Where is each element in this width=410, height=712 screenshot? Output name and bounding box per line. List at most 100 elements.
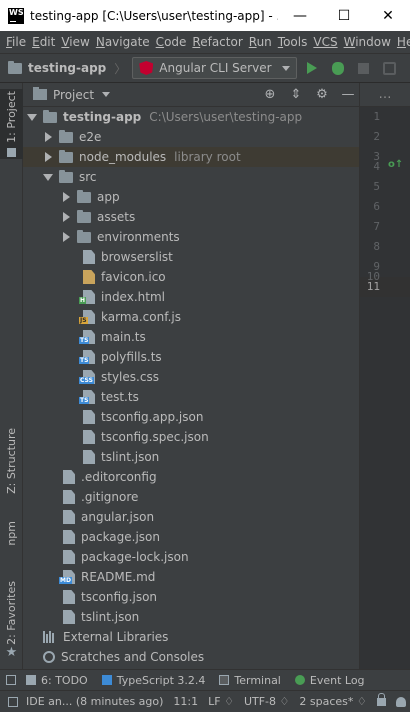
tree-item-tsconfig-app[interactable]: tsconfig.app.json [23,407,359,427]
caret-position[interactable]: 11:1 [173,695,198,708]
menu-refactor[interactable]: Refactor [192,35,242,49]
tree-item-main-ts[interactable]: TS main.ts [23,327,359,347]
menu-vcs[interactable]: VCS [313,35,337,49]
tab-event-log[interactable]: Event Log [294,674,365,687]
menu-navigate[interactable]: Navigate [96,35,150,49]
tree-item-browserslist[interactable]: browserslist [23,247,359,267]
expand-arrow-icon[interactable] [41,132,55,142]
bug-icon [331,61,344,75]
tab-npm[interactable]: npm [0,513,23,553]
menu-view[interactable]: View [61,35,89,49]
tree-item-test-ts[interactable]: TS test.ts [23,387,359,407]
file-badge: JS [79,317,88,324]
tree-item-polyfills-ts[interactable]: TS polyfills.ts [23,347,359,367]
tree-item-label: assets [97,210,136,224]
status-toggle-icon[interactable] [8,696,18,707]
run-button[interactable] [301,57,323,79]
project-panel-header: Project ⊕ ⇕ ⚙ — [23,83,359,107]
tree-item-package-lock[interactable]: package-lock.json [23,547,359,567]
menu-code[interactable]: Code [156,35,187,49]
tree-item-label: tsconfig.app.json [101,410,204,424]
menu-edit[interactable]: Edit [32,35,55,49]
tree-item-environments[interactable]: environments [23,227,359,247]
tree-item-label: index.html [101,290,165,304]
tree-item-styles-css[interactable]: CSS styles.css [23,367,359,387]
tab-favorites[interactable]: 2: Favorites ★ [0,578,23,663]
tab-todo[interactable]: 6: TODO [26,674,88,687]
tab-structure[interactable]: Z: Structure [0,421,23,501]
json-config-file-icon [63,530,75,544]
chevron-down-icon[interactable] [102,92,111,97]
minimize-button[interactable]: — [278,0,322,31]
indent-select[interactable]: 2 spaces* ♢ [299,695,366,708]
folder-icon [77,189,91,203]
menu-tools[interactable]: Tools [278,35,308,49]
tree-item-tslint[interactable]: tslint.json [23,607,359,627]
tree-item-tslint-src[interactable]: tslint.json [23,447,359,467]
tree-item-external-libraries[interactable]: External Libraries [23,627,359,647]
inspector-icon[interactable] [395,696,406,707]
left-tool-strip: 1: Project Z: Structure npm 2: Favorites… [0,83,23,669]
breadcrumb-separator: 〉 [114,61,127,76]
line-separator-select[interactable]: LF ♢ [208,695,234,708]
debug-button[interactable] [327,57,349,79]
tree-item-readme[interactable]: MD README.md [23,567,359,587]
tree-item-angular-json[interactable]: angular.json [23,507,359,527]
tree-item-node-modules[interactable]: node_modules library root [23,147,359,167]
hide-icon[interactable]: — [337,84,359,106]
menu-window[interactable]: Window [344,35,391,49]
lock-icon[interactable] [376,692,386,706]
tree-item-index-html[interactable]: H index.html [23,287,359,307]
menu-file[interactable]: File [6,35,26,49]
coverage-button[interactable] [379,57,401,79]
expand-arrow-icon[interactable] [41,152,55,162]
json-config-file-icon [63,510,75,524]
menu-run[interactable]: Run [249,35,272,49]
tree-item-tsconfig[interactable]: tsconfig.json [23,587,359,607]
tree-item-scratches[interactable]: Scratches and Consoles [23,647,359,667]
file-badge: CSS [79,377,94,384]
expand-arrow-icon[interactable] [59,212,73,222]
tree-item-gitignore[interactable]: .gitignore [23,487,359,507]
editor-tab-bar[interactable]: … [359,83,410,107]
tab-typescript[interactable]: TypeScript 3.2.4 [101,674,205,687]
project-view-select[interactable]: Project [53,88,94,102]
implemented-marker-icon[interactable]: o↑ [388,159,403,170]
tree-item-package-json[interactable]: package.json [23,527,359,547]
tree-item-e2e[interactable]: e2e [23,127,359,147]
breadcrumb-project[interactable]: testing-app [0,60,106,75]
tree-item-label: tslint.json [81,610,140,624]
status-message[interactable]: IDE an... (8 minutes ago) [26,695,163,708]
menu-bar: File Edit View Navigate Code Refactor Ru… [0,31,410,53]
stop-button[interactable] [353,57,375,79]
tab-todo-label: 6: TODO [41,673,88,687]
tree-item-assets[interactable]: assets [23,207,359,227]
tree-item-tsconfig-spec[interactable]: tsconfig.spec.json [23,427,359,447]
tree-item-label: .gitignore [81,490,139,504]
tree-item-root[interactable]: testing-app C:\Users\user\testing-app [23,107,359,127]
scratches-icon [43,651,55,663]
tool-windows-layout-icon[interactable] [6,675,16,685]
close-button[interactable]: ✕ [366,0,410,31]
tree-item-src[interactable]: src [23,167,359,187]
tree-item-label: src [79,170,97,184]
tree-item-favicon[interactable]: favicon.ico [23,267,359,287]
tree-item-editorconfig[interactable]: .editorconfig [23,467,359,487]
line-number: 5 [373,180,380,193]
run-configuration-select[interactable]: Angular CLI Server [132,57,297,79]
tab-terminal[interactable]: Terminal [219,674,281,687]
menu-help[interactable]: Help [397,35,410,49]
tree-item-app[interactable]: app [23,187,359,207]
collapse-all-icon[interactable]: ⇕ [285,84,307,106]
tab-project[interactable]: 1: Project [0,89,23,159]
locate-icon[interactable]: ⊕ [259,84,281,106]
encoding-select[interactable]: UTF-8 ♢ [244,695,289,708]
expand-arrow-icon[interactable] [59,192,73,202]
expand-arrow-icon[interactable] [25,113,39,121]
gear-icon[interactable]: ⚙ [311,84,333,106]
tree-item-karma-conf[interactable]: JS karma.conf.js [23,307,359,327]
typescript-icon [101,675,112,685]
expand-arrow-icon[interactable] [41,173,55,181]
expand-arrow-icon[interactable] [59,232,73,242]
maximize-button[interactable]: ☐ [322,0,366,31]
